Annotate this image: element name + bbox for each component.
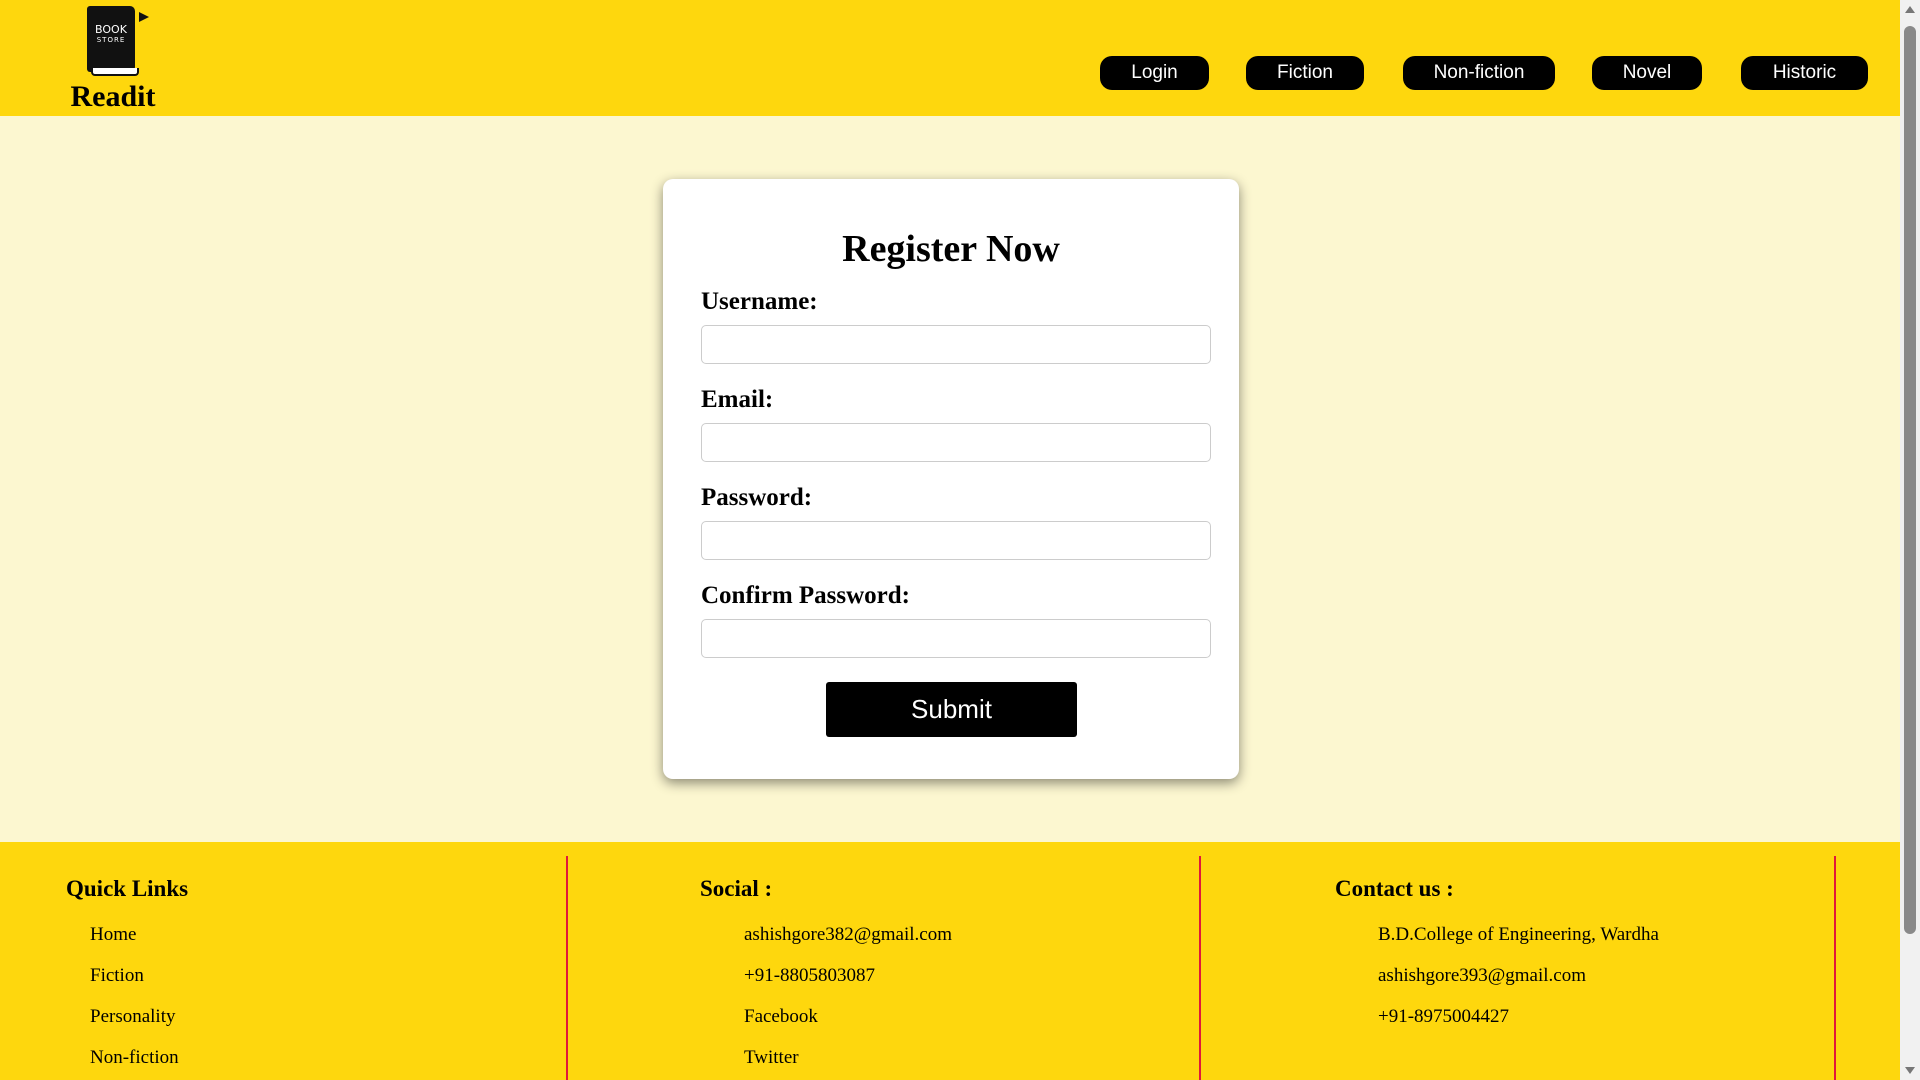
social-email[interactable]: ashishgore382@gmail.com: [744, 924, 952, 946]
confirm-password-label: Confirm Password:: [701, 582, 911, 609]
footer-divider: [566, 856, 568, 1080]
contact-phone[interactable]: +91-8975004427: [1378, 1006, 1509, 1028]
footer-link-personality[interactable]: Personality: [90, 1006, 176, 1028]
form-title: Register Now: [842, 228, 1060, 270]
contact-title: Contact us :: [1335, 876, 1454, 901]
scroll-down-arrow-icon[interactable]: [1905, 1067, 1915, 1074]
email-input[interactable]: [701, 423, 1211, 462]
nav-non-fiction-button[interactable]: Non-fiction: [1403, 56, 1555, 90]
footer-link-fiction[interactable]: Fiction: [90, 965, 144, 987]
social-title: Social :: [700, 876, 773, 901]
social-phone[interactable]: +91-8805803087: [744, 965, 875, 987]
vertical-scrollbar[interactable]: [1900, 0, 1920, 1080]
site-header: BOOK STORE Readit Login Fiction Non-fict…: [0, 0, 1900, 116]
username-input[interactable]: [701, 325, 1211, 364]
footer-divider: [1834, 856, 1836, 1080]
brand-name: Readit: [70, 80, 156, 113]
social-twitter[interactable]: Twitter: [744, 1047, 799, 1069]
book-icon-sublabel: STORE: [96, 36, 126, 44]
bookmark-flag-icon: [139, 12, 149, 22]
logo[interactable]: BOOK STORE Readit: [68, 6, 158, 114]
nav-novel-button[interactable]: Novel: [1592, 56, 1702, 90]
nav-fiction-button[interactable]: Fiction: [1246, 56, 1364, 90]
nav-historic-button[interactable]: Historic: [1741, 56, 1868, 90]
book-pages: [91, 68, 139, 76]
submit-button[interactable]: Submit: [826, 682, 1077, 737]
scrollbar-thumb[interactable]: [1904, 26, 1916, 934]
book-icon-text: BOOK STORE: [87, 24, 135, 44]
contact-address: B.D.College of Engineering, Wardha: [1378, 924, 1659, 945]
quick-links-title: Quick Links: [66, 876, 189, 901]
site-footer: Quick Links Home Fiction Personality Non…: [0, 842, 1900, 1080]
username-label: Username:: [701, 288, 818, 315]
email-label: Email:: [701, 386, 774, 413]
password-label: Password:: [701, 484, 813, 511]
nav-login-button[interactable]: Login: [1100, 56, 1209, 90]
scroll-up-arrow-icon[interactable]: [1905, 6, 1915, 13]
book-icon-label: BOOK: [95, 23, 127, 36]
footer-link-home[interactable]: Home: [90, 924, 136, 946]
password-input[interactable]: [701, 521, 1211, 560]
register-form-card: Register Now Username: Email: Password: …: [663, 179, 1239, 779]
confirm-password-input[interactable]: [701, 619, 1211, 658]
footer-link-non-fiction[interactable]: Non-fiction: [90, 1047, 179, 1069]
social-facebook[interactable]: Facebook: [744, 1006, 818, 1028]
book-store-icon: BOOK STORE: [87, 6, 149, 78]
footer-divider: [1199, 856, 1201, 1080]
contact-email[interactable]: ashishgore393@gmail.com: [1378, 965, 1586, 987]
